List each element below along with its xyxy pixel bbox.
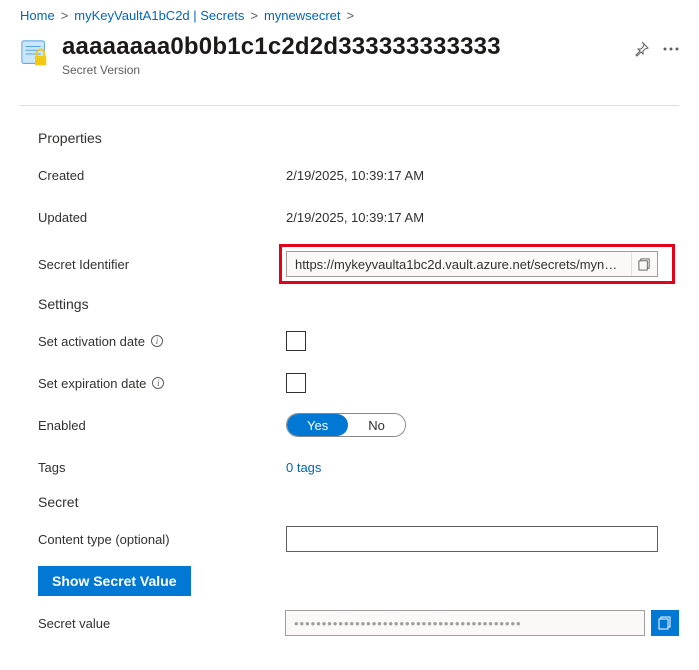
info-icon[interactable]: i <box>151 335 163 347</box>
label-tags: Tags <box>38 460 286 475</box>
info-icon[interactable]: i <box>152 377 164 389</box>
crumb-home[interactable]: Home <box>20 8 55 23</box>
highlight-annotation: https://mykeyvaulta1bc2d.vault.azure.net… <box>279 244 675 284</box>
show-secret-value-button[interactable]: Show Secret Value <box>38 566 191 596</box>
secret-identifier-value[interactable]: https://mykeyvaulta1bc2d.vault.azure.net… <box>287 257 631 272</box>
toggle-option-yes[interactable]: Yes <box>287 414 348 436</box>
chevron-right-icon: > <box>347 8 355 23</box>
checkbox-expiration-date[interactable] <box>286 373 306 393</box>
secret-value-field[interactable]: ••••••••••••••••••••••••••••••••••••••••… <box>285 610 645 636</box>
chevron-right-icon: > <box>61 8 69 23</box>
label-secret-identifier: Secret Identifier <box>38 257 286 272</box>
page-subtitle: Secret Version <box>62 63 501 77</box>
label-secret-value: Secret value <box>38 616 285 631</box>
crumb-vault[interactable]: myKeyVaultA1bC2d | Secrets <box>74 8 244 23</box>
toggle-option-no[interactable]: No <box>348 414 405 436</box>
copy-icon[interactable] <box>631 252 657 276</box>
label-expiration-date: Set expiration date i <box>38 376 286 391</box>
label-updated: Updated <box>38 210 286 225</box>
secret-identifier-field: https://mykeyvaulta1bc2d.vault.azure.net… <box>286 251 658 277</box>
pin-icon[interactable] <box>633 41 649 57</box>
section-settings: Settings <box>38 296 679 312</box>
chevron-right-icon: > <box>250 8 258 23</box>
toggle-enabled[interactable]: Yes No <box>286 413 406 437</box>
label-enabled: Enabled <box>38 418 286 433</box>
tags-link[interactable]: 0 tags <box>286 460 321 475</box>
value-updated: 2/19/2025, 10:39:17 AM <box>286 210 679 225</box>
more-icon[interactable] <box>663 47 679 51</box>
content-type-input[interactable] <box>286 526 658 552</box>
label-created: Created <box>38 168 286 183</box>
label-content-type: Content type (optional) <box>38 532 286 547</box>
crumb-secret[interactable]: mynewsecret <box>264 8 341 23</box>
copy-secret-button[interactable] <box>651 610 679 636</box>
section-properties: Properties <box>38 130 679 146</box>
keyvault-secret-icon <box>20 39 50 69</box>
label-activation-date: Set activation date i <box>38 334 286 349</box>
section-secret: Secret <box>38 494 679 510</box>
checkbox-activation-date[interactable] <box>286 331 306 351</box>
value-created: 2/19/2025, 10:39:17 AM <box>286 168 679 183</box>
breadcrumb: Home > myKeyVaultA1bC2d | Secrets > myne… <box>20 8 679 33</box>
page-title: aaaaaaaa0b0b1c1c2d2d333333333333 <box>62 33 501 61</box>
